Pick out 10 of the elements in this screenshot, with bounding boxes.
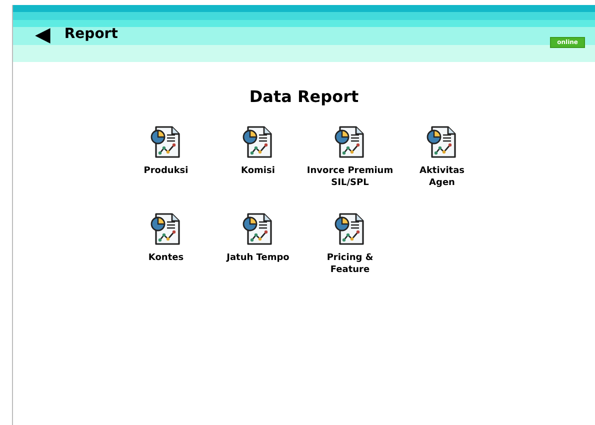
back-button[interactable]: ◀ [35,24,50,44]
report-label[interactable]: Produksi [144,165,188,177]
report-label[interactable]: Pricing & Feature [306,252,394,276]
section-heading: Data Report [248,87,360,106]
report-label[interactable]: Kontes [148,252,184,264]
report-label[interactable]: Komisi [241,165,275,177]
page-title: Report [64,25,118,44]
report-label[interactable]: Aktivitas Agen [412,165,472,189]
report-label[interactable]: Jatuh Tempo [226,252,290,264]
report-label[interactable]: Invorce Premium SIL/SPL [306,165,394,189]
